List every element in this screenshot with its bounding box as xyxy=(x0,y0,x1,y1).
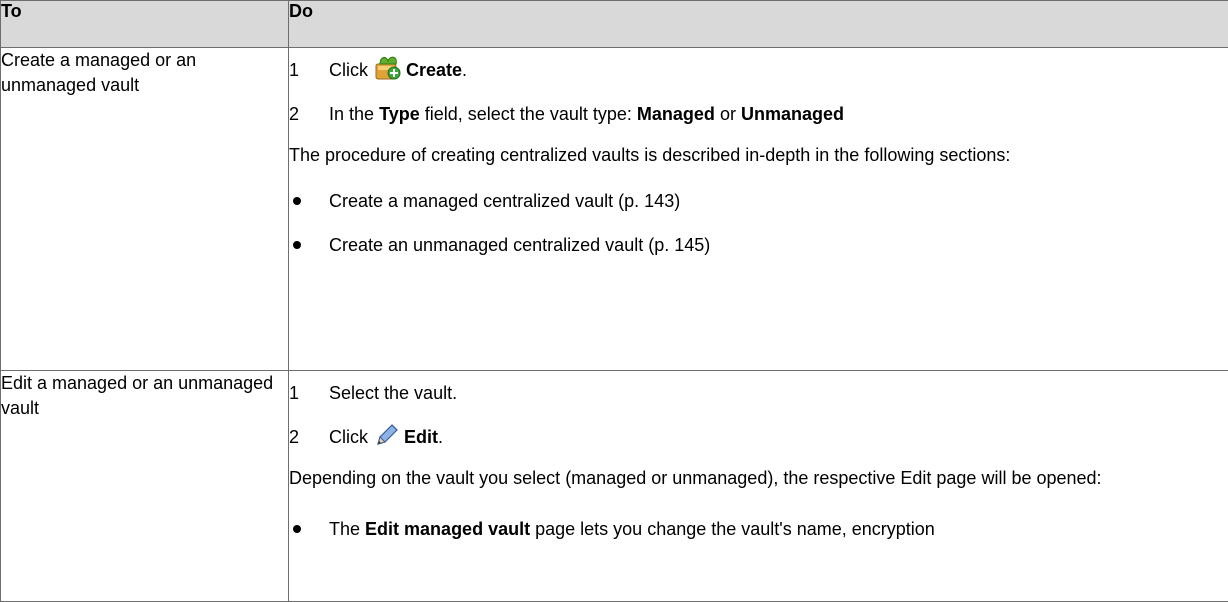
list-item[interactable]: Create a managed centralized vault (p. 1… xyxy=(289,179,1228,223)
step-text-mid: field, select the vault type: xyxy=(425,104,632,125)
procedure-table: To Do Create a managed or an unmanaged v… xyxy=(0,0,1228,602)
table-row: Edit a managed or an unmanaged vault 1 S… xyxy=(1,371,1228,602)
step-text-pre: Click xyxy=(329,60,368,81)
row-do-create: 1 Click Create. xyxy=(289,48,1228,371)
step-number: 1 xyxy=(289,383,329,404)
step-number: 2 xyxy=(289,427,329,448)
step-1: 1 Select the vault. xyxy=(289,371,1228,415)
list-item: The Edit managed vault page lets you cha… xyxy=(289,502,1228,542)
header-do: Do xyxy=(289,1,1228,48)
bullet-text-post: page lets you change the vault's name, e… xyxy=(535,519,935,539)
step-text-post: . xyxy=(438,427,443,448)
step-text: Select the vault. xyxy=(329,383,457,404)
pencil-edit-icon xyxy=(374,422,400,453)
row-to-create: Create a managed or an unmanaged vault xyxy=(1,48,289,371)
bullet-text[interactable]: Create a managed centralized vault (p. 1… xyxy=(329,191,680,212)
step-text-bold: Edit xyxy=(404,427,438,448)
step-text-bold: Type xyxy=(379,104,420,125)
bullet-text: The Edit managed vault page lets you cha… xyxy=(329,516,1189,542)
description-paragraph: The procedure of creating centralized va… xyxy=(289,136,1228,179)
step-text-bold: Create xyxy=(406,60,462,81)
header-to: To xyxy=(1,1,289,48)
step-text-bold-unmanaged: Unmanaged xyxy=(741,104,844,125)
bullet-icon xyxy=(293,197,301,205)
bullet-icon xyxy=(293,525,301,533)
create-vault-icon xyxy=(374,55,402,86)
bullet-text[interactable]: Create an unmanaged centralized vault (p… xyxy=(329,235,710,256)
table-row: Create a managed or an unmanaged vault 1… xyxy=(1,48,1228,371)
step-text-pre: In the xyxy=(329,104,374,125)
step-2: 2 Click Edit. xyxy=(289,415,1228,459)
list-item[interactable]: Create an unmanaged centralized vault (p… xyxy=(289,223,1228,267)
step-number: 2 xyxy=(289,104,329,125)
step-text-bold-managed: Managed xyxy=(637,104,715,125)
row-to-edit: Edit a managed or an unmanaged vault xyxy=(1,371,289,602)
step-text-post: . xyxy=(462,60,467,81)
step-number: 1 xyxy=(289,60,329,81)
step-1: 1 Click Create. xyxy=(289,48,1228,92)
table-header-row: To Do xyxy=(1,1,1228,48)
step-text-pre: Click xyxy=(329,427,368,448)
step-text-or: or xyxy=(720,104,736,125)
step-2: 2 In the Type field, select the vault ty… xyxy=(289,92,1228,136)
bullet-text-pre: The xyxy=(329,519,360,539)
bullet-icon xyxy=(293,241,301,249)
row-do-edit: 1 Select the vault. 2 Click Edit. xyxy=(289,371,1228,602)
bullet-text-bold: Edit managed vault xyxy=(365,519,530,539)
description-paragraph: Depending on the vault you select (manag… xyxy=(289,459,1228,502)
